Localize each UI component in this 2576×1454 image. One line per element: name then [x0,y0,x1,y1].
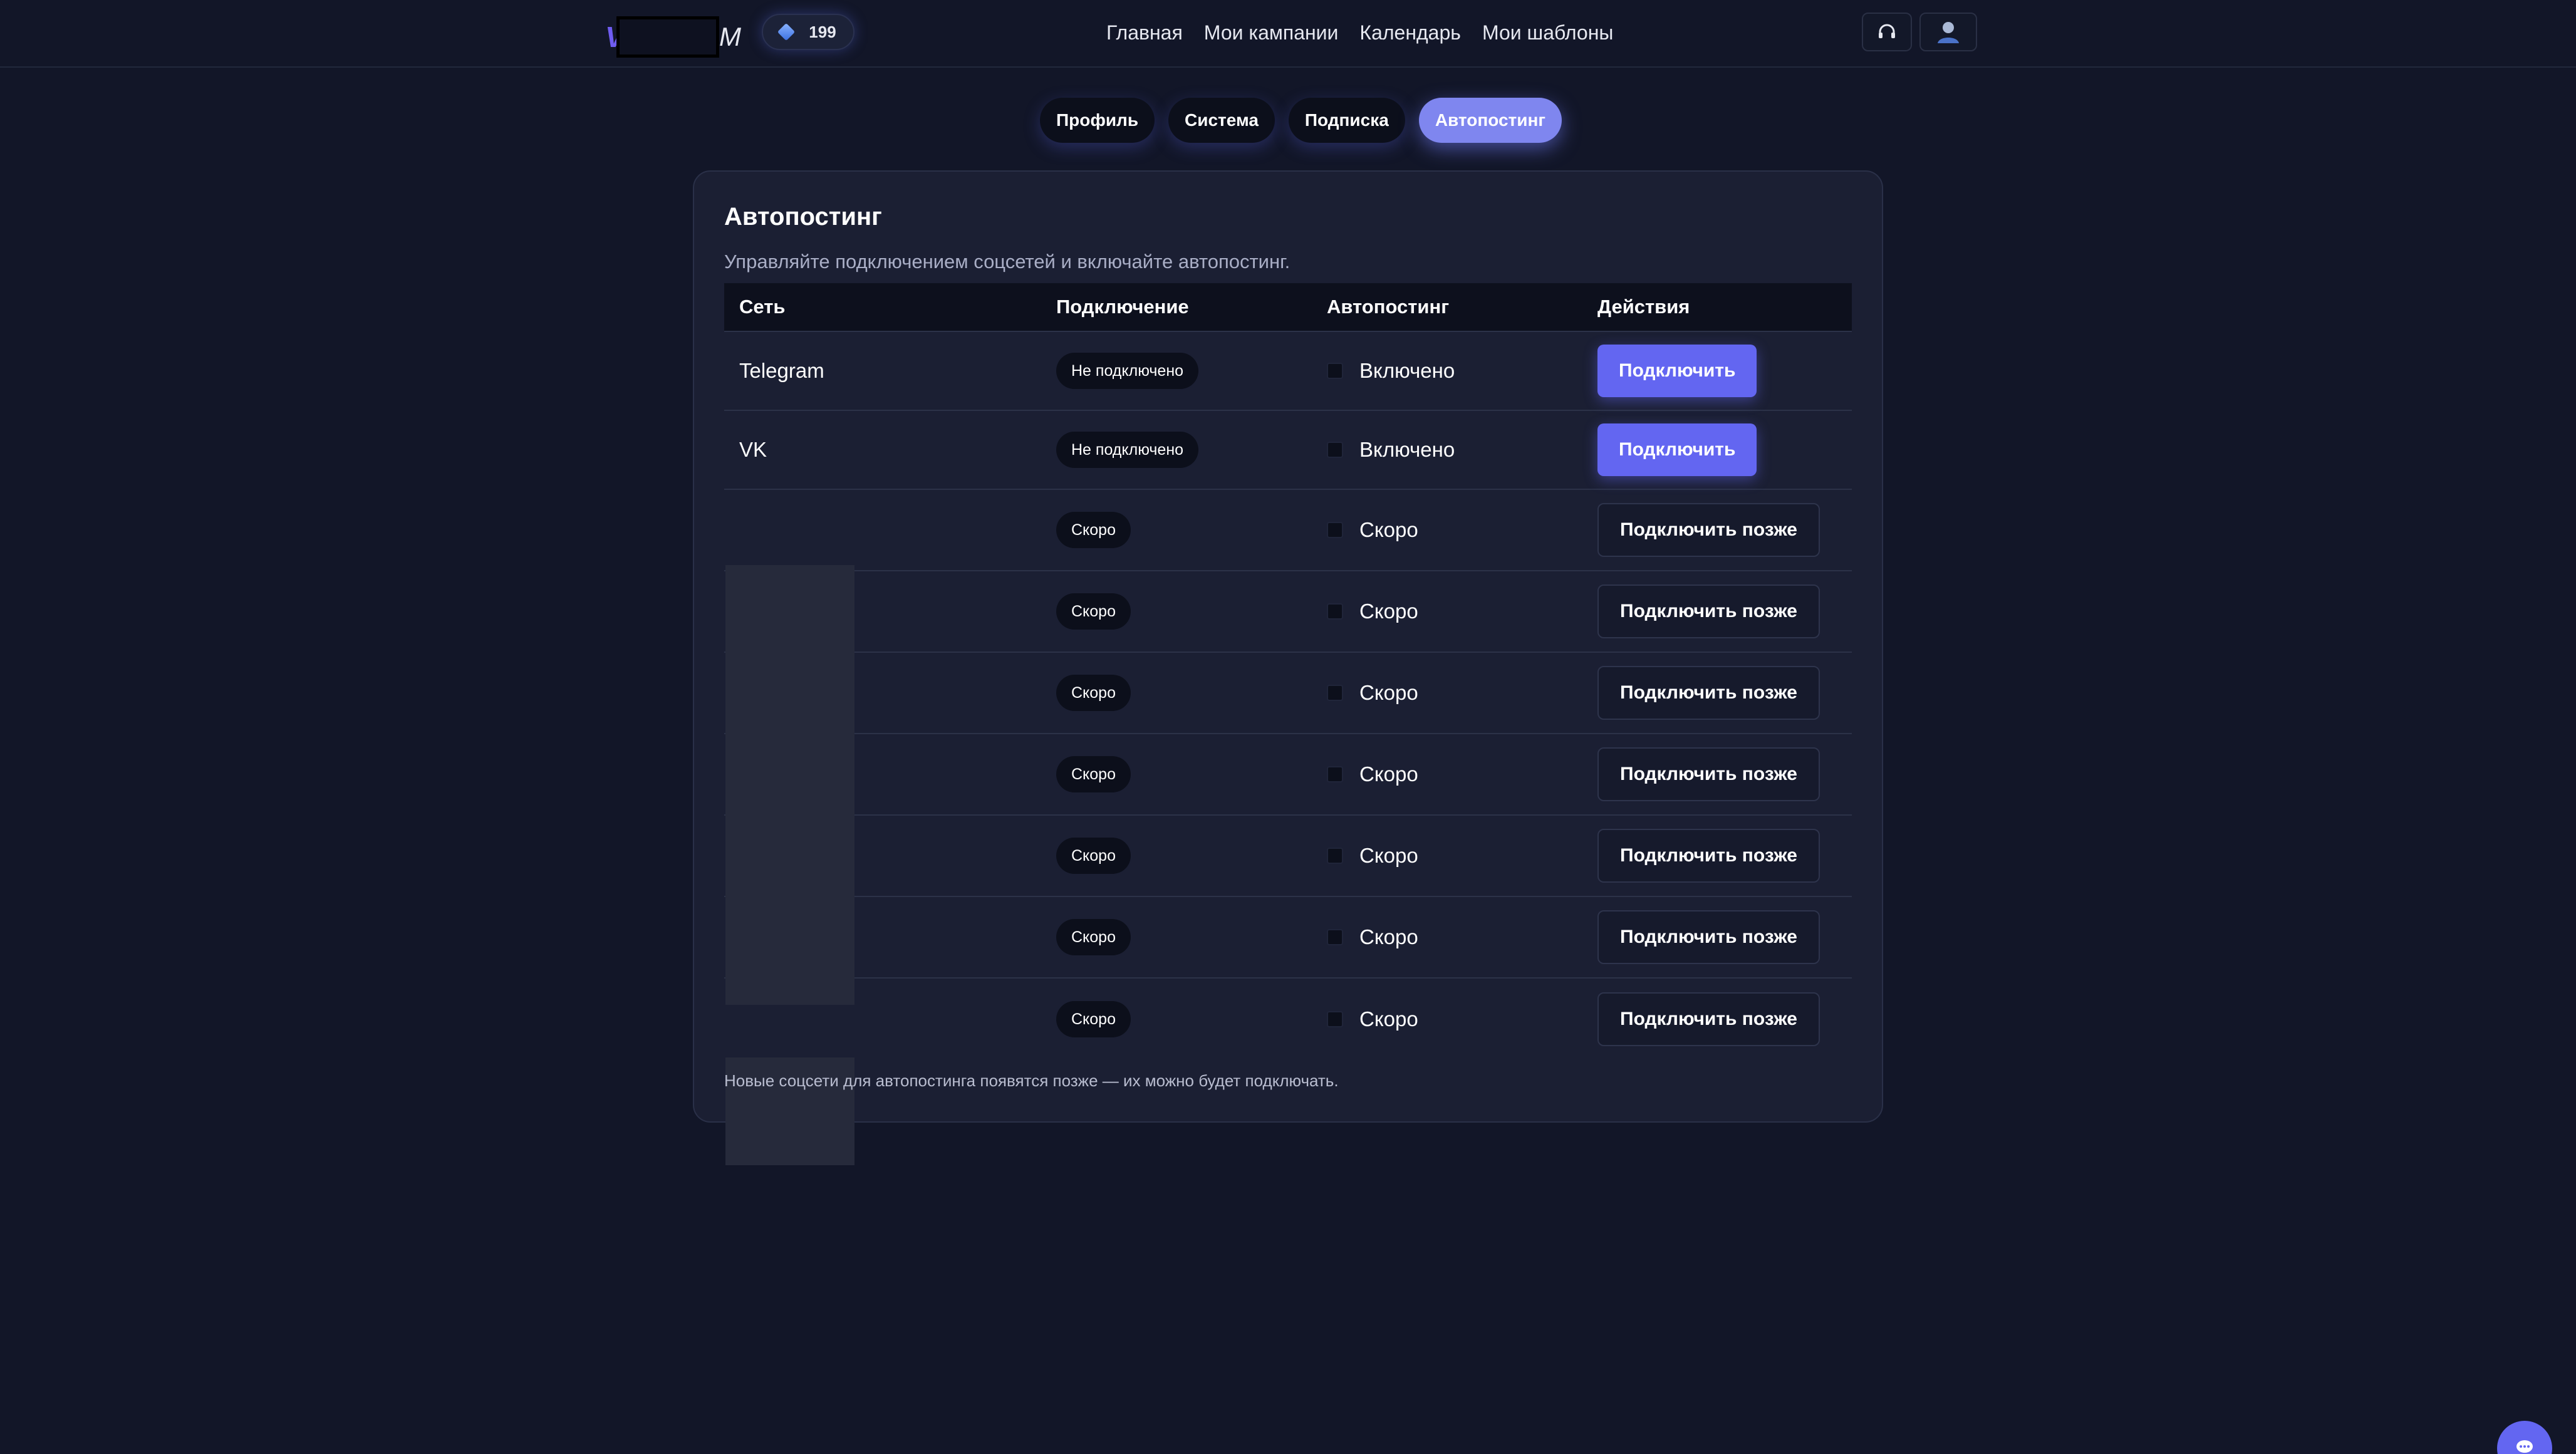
autopost-toggle[interactable]: Включено [1327,359,1455,383]
connect-later-button[interactable]: Подключить позже [1597,992,1820,1046]
header-connection: Подключение [1056,296,1189,318]
autopost-checkbox[interactable] [1327,929,1343,945]
table-row: Скоро Скоро Подключить позже [724,734,1852,816]
autopost-label: Скоро [1359,518,1418,541]
page-subtitle: Управляйте подключением соцсетей и включ… [724,251,1291,273]
user-menu-button[interactable] [1919,13,1977,51]
connection-status-badge: Скоро [1056,838,1131,874]
nav-templates[interactable]: Мои шаблоны [1482,18,1613,48]
autopost-label: Скоро [1359,600,1418,623]
table-row: Скоро Скоро Подключить позже [724,816,1852,897]
connection-status-badge: Не подключено [1056,353,1199,389]
autopost-toggle[interactable]: Скоро [1327,925,1418,949]
connect-later-button[interactable]: Подключить позже [1597,666,1820,720]
table-row: Скоро Скоро Подключить позже [724,490,1852,571]
user-icon [1938,22,1959,43]
autopost-checkbox[interactable] [1327,522,1343,538]
autopost-label: Включено [1359,438,1455,461]
tab-subscription[interactable]: Подписка [1288,98,1405,143]
network-name: VK [739,438,767,461]
autopost-checkbox[interactable] [1327,1011,1343,1027]
header-actions: Действия [1597,296,1690,318]
autopost-checkbox[interactable] [1327,603,1343,620]
headset-icon [1879,24,1895,38]
diamond-icon [777,23,796,41]
network-name: Telegram [739,359,824,382]
autopost-toggle[interactable]: Скоро [1327,762,1418,786]
settings-tabs: Профиль Система Подписка Автопостинг [1040,98,1562,143]
credits-badge[interactable]: 199 [762,14,854,50]
page-title: Автопостинг [724,203,882,231]
connect-later-button[interactable]: Подключить позже [1597,747,1820,801]
connection-status-badge: Скоро [1056,756,1131,792]
nav-calendar[interactable]: Календарь [1359,18,1461,48]
main-nav: Главная Мои кампании Календарь Мои шабло… [1106,18,1613,48]
connection-status-badge: Скоро [1056,919,1131,955]
logo-redaction [616,16,719,58]
connection-status-badge: Скоро [1056,675,1131,711]
autopost-label: Скоро [1359,1007,1418,1031]
autopost-checkbox[interactable] [1327,685,1343,701]
autopost-label: Скоро [1359,925,1418,948]
connection-status-badge: Не подключено [1056,432,1199,468]
connection-status-badge: Скоро [1056,1001,1131,1037]
autopost-checkbox[interactable] [1327,766,1343,782]
logo[interactable]: V M [605,16,741,58]
connection-status-badge: Скоро [1056,593,1131,630]
table-row: Скоро Скоро Подключить позже [724,979,1852,1060]
logo-right-mark: M [719,22,741,51]
footnote: Новые соцсети для автопостинга появятся … [724,1071,1339,1090]
redaction-block [725,565,854,1005]
autopost-toggle[interactable]: Скоро [1327,1007,1418,1031]
header-network: Сеть [739,296,786,318]
tab-autoposting[interactable]: Автопостинг [1418,98,1562,143]
autopost-checkbox[interactable] [1327,442,1343,458]
autopost-toggle[interactable]: Скоро [1327,600,1418,623]
autoposting-card: Автопостинг Управляйте подключением соцс… [693,170,1883,1165]
tab-system[interactable]: Система [1168,98,1275,143]
tab-profile[interactable]: Профиль [1040,98,1155,143]
autopost-checkbox[interactable] [1327,363,1343,379]
networks-table: Сеть Подключение Автопостинг Действия Te… [724,283,1852,1165]
table-row: VK Не подключено Включено Подключить [724,411,1852,490]
autopost-toggle[interactable]: Скоро [1327,518,1418,542]
chat-button[interactable] [2497,1421,2552,1454]
chat-icon [2516,1440,2533,1453]
nav-home[interactable]: Главная [1106,18,1183,48]
autopost-toggle[interactable]: Включено [1327,438,1455,462]
connect-later-button[interactable]: Подключить позже [1597,584,1820,638]
nav-campaigns[interactable]: Мои кампании [1204,18,1339,48]
autopost-label: Скоро [1359,762,1418,786]
table-row: OK Скоро Скоро Подключить позже [724,897,1852,979]
autopost-label: Скоро [1359,681,1418,704]
table-row: Скоро Скоро Подключить позже [724,571,1852,653]
connect-later-button[interactable]: Подключить позже [1597,910,1820,964]
support-button[interactable] [1862,13,1912,51]
connect-button[interactable]: Подключить [1597,345,1757,397]
header-autoposting: Автопостинг [1327,296,1450,318]
table-header: Сеть Подключение Автопостинг Действия [724,283,1852,332]
connect-later-button[interactable]: Подключить позже [1597,503,1820,557]
table-row: Telegram Не подключено Включено Подключи… [724,332,1852,411]
credits-count: 199 [809,22,836,41]
connect-later-button[interactable]: Подключить позже [1597,829,1820,883]
connection-status-badge: Скоро [1056,512,1131,548]
autopost-checkbox[interactable] [1327,848,1343,864]
table-row: Скоро Скоро Подключить позже [724,653,1852,734]
autopost-label: Скоро [1359,844,1418,867]
connect-button[interactable]: Подключить [1597,423,1757,476]
top-bar: V M 199 Главная Мои кампании Календарь М… [0,0,2576,68]
autopost-toggle[interactable]: Скоро [1327,844,1418,868]
autopost-label: Включено [1359,359,1455,382]
autopost-toggle[interactable]: Скоро [1327,681,1418,705]
